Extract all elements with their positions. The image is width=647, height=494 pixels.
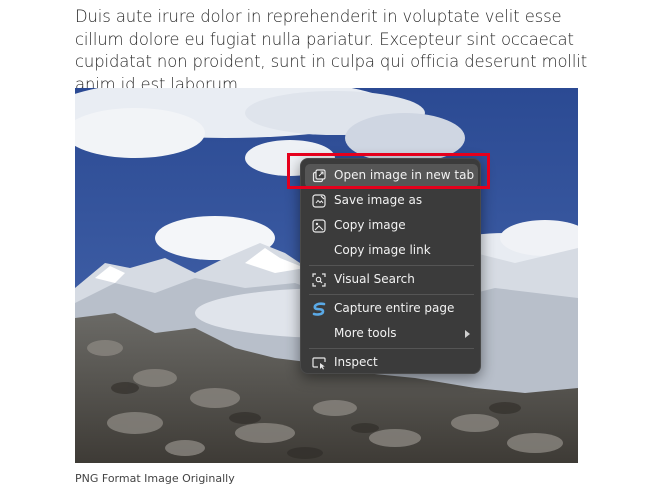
menu-item-label: More tools — [334, 326, 397, 340]
menu-item-capture-entire-page[interactable]: Capture entire page — [305, 297, 478, 321]
menu-item-copy-image[interactable]: Copy image — [305, 214, 478, 238]
menu-item-visual-search[interactable]: Visual Search — [305, 268, 478, 292]
menu-separator — [309, 348, 474, 349]
chevron-right-icon — [465, 330, 470, 338]
menu-item-label: Copy image — [334, 218, 406, 232]
capture-icon — [312, 302, 326, 316]
image-caption: PNG Format Image Originally — [75, 472, 235, 485]
highlight-box — [287, 153, 490, 189]
copy-image-icon — [312, 219, 326, 233]
menu-item-label: Save image as — [334, 193, 423, 207]
article-paragraph: Duis aute irure dolor in reprehenderit i… — [75, 7, 588, 94]
save-image-icon — [312, 194, 326, 208]
inspect-icon — [312, 357, 326, 370]
context-menu: Open image in new tab Save image as Copy… — [300, 158, 481, 374]
visual-search-icon — [312, 273, 326, 287]
menu-item-label: Capture entire page — [334, 301, 455, 315]
menu-item-label: Inspect — [334, 355, 378, 369]
menu-separator — [309, 265, 474, 266]
menu-separator — [309, 294, 474, 295]
menu-item-label: Visual Search — [334, 272, 415, 286]
menu-item-label: Copy image link — [334, 243, 431, 257]
menu-item-copy-image-link[interactable]: Copy image link — [305, 239, 478, 263]
menu-item-inspect[interactable]: Inspect — [305, 351, 478, 375]
menu-item-save-image-as[interactable]: Save image as — [305, 189, 478, 213]
menu-item-more-tools[interactable]: More tools — [305, 322, 478, 346]
